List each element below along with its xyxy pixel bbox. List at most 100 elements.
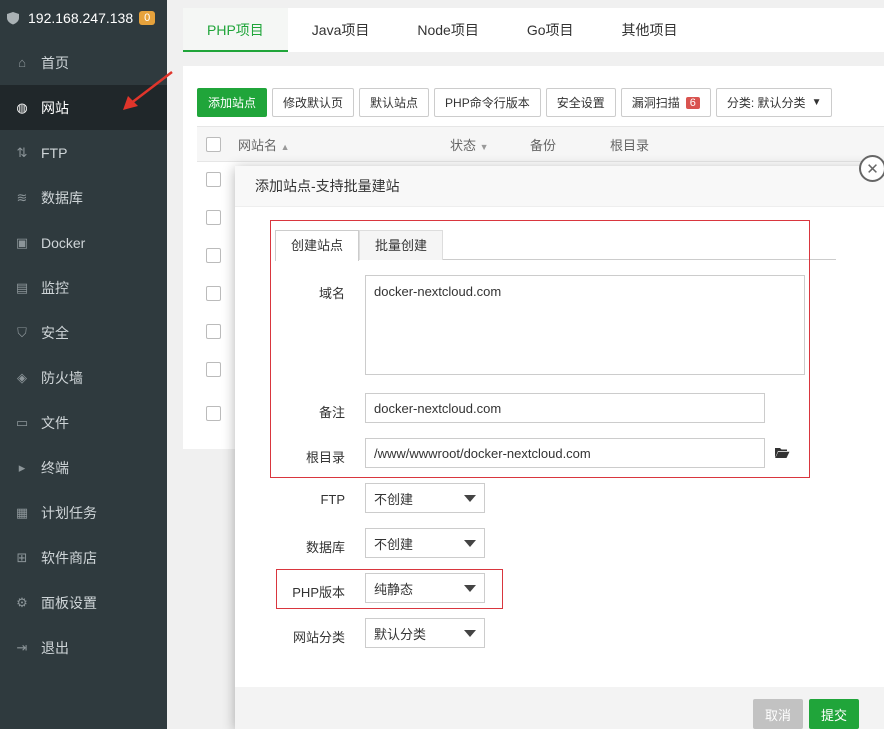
edit-default-page-button[interactable]: 修改默认页	[272, 88, 355, 117]
database-select-value: 不创建	[374, 536, 414, 552]
submit-button[interactable]: 提交	[809, 699, 860, 729]
terminal-icon: ▸	[18, 459, 26, 475]
sidebar-item[interactable]: ⇥ 退出	[0, 625, 167, 670]
folder-icon: ▭	[15, 414, 29, 430]
sidebar-item-label: Docker	[41, 234, 86, 251]
gear-icon: ⚙	[16, 594, 28, 610]
project-tab[interactable]: PHP项目	[183, 8, 288, 52]
vuln-scan-button[interactable]: 漏洞扫描 6	[620, 88, 711, 117]
row-checkbox[interactable]	[206, 324, 221, 339]
row-checkbox[interactable]	[206, 248, 221, 263]
firewall-icon: ◈	[17, 369, 27, 385]
default-site-button[interactable]: 默认站点	[359, 88, 430, 117]
vuln-count-badge: 6	[685, 96, 700, 109]
dialog-close-button[interactable]: ✕	[859, 155, 884, 182]
project-tabs: PHP项目 Java项目 Node项目 Go项目 其他项目	[183, 8, 884, 52]
row-checkbox[interactable]	[206, 172, 221, 187]
sidebar-item-label: 软件商店	[41, 549, 97, 566]
server-ip: 192.168.247.138	[28, 10, 134, 26]
table-header: 网站名 ▲ 状态 ▼ 备份 根目录	[197, 126, 884, 162]
sidebar-menu: ⌂ 首页 ◍ 网站 ⇅ FTP ≋ 数据库 ▣ Docker ▤ 监控 ⛉ 安全 ◈ 防火墙 ▭ 文件 ▸ 终端 ▦ 计划…	[0, 40, 167, 670]
toolbar: 添加站点 修改默认页 默认站点 PHP命令行版本 安全设置 漏洞扫描 6 分类:…	[197, 88, 833, 117]
calendar-icon: ▦	[15, 504, 29, 520]
sidebar-item-label: FTP	[41, 144, 68, 161]
header-backup: 备份	[530, 137, 557, 153]
category-dropdown[interactable]: 分类: 默认分类 ▼	[715, 88, 833, 117]
header-status-label: 状态	[450, 137, 477, 153]
caret-down-icon	[464, 539, 476, 547]
vuln-scan-label: 漏洞扫描	[631, 96, 680, 110]
shield-check-icon: ⛉	[17, 324, 27, 340]
server-header: 192.168.247.138 0	[0, 0, 167, 36]
sort-asc-icon: ▲	[280, 141, 290, 152]
sidebar-item[interactable]: ▣ Docker	[0, 220, 167, 265]
database-icon: ≋	[16, 189, 28, 205]
caret-down-icon	[464, 494, 476, 502]
select-all-checkbox[interactable]	[206, 136, 221, 152]
sidebar-item[interactable]: ⊞ 软件商店	[0, 535, 167, 580]
sidebar-item-label: 监控	[41, 279, 69, 296]
server-shield-icon	[7, 12, 19, 25]
logout-icon: ⇥	[16, 639, 28, 655]
site-category-select[interactable]: 默认分类	[365, 618, 485, 648]
header-root: 根目录	[610, 137, 650, 153]
sidebar-item[interactable]: ▦ 计划任务	[0, 490, 167, 535]
sidebar-item-label: 退出	[41, 639, 69, 656]
sidebar-item-label: 防火墙	[41, 369, 83, 386]
ftp-select-value: 不创建	[374, 491, 414, 507]
project-tab[interactable]: Node项目	[393, 8, 502, 52]
globe-icon: ◍	[16, 99, 28, 115]
category-dropdown-label: 分类: 默认分类	[726, 96, 806, 110]
monitor-icon: ▤	[15, 279, 29, 295]
php-cli-version-button[interactable]: PHP命令行版本	[434, 88, 541, 117]
sidebar-item[interactable]: ≋ 数据库	[0, 175, 167, 220]
sidebar-item[interactable]: ▸ 终端	[0, 445, 167, 490]
ftp-label: FTP	[320, 492, 345, 507]
sidebar-item-label: 网站	[41, 99, 69, 116]
notification-badge[interactable]: 0	[139, 11, 156, 25]
add-site-dialog: 添加站点-支持批量建站 创建站点 批量创建 域名 docker-nextclou…	[235, 166, 884, 729]
close-icon: ✕	[866, 160, 879, 178]
site-category-select-value: 默认分类	[374, 626, 427, 642]
sidebar-item[interactable]: ⚙ 面板设置	[0, 580, 167, 625]
project-tab[interactable]: Go项目	[503, 8, 598, 52]
sidebar-item-label: 终端	[41, 459, 69, 476]
sidebar-item-label: 计划任务	[41, 504, 97, 521]
ftp-select[interactable]: 不创建	[365, 483, 485, 513]
header-status[interactable]: 状态 ▼	[450, 135, 489, 154]
sidebar-item-label: 数据库	[41, 189, 83, 206]
row-checkbox[interactable]	[206, 286, 221, 301]
row-checkbox[interactable]	[206, 362, 221, 377]
sidebar-item-label: 安全	[41, 324, 69, 341]
docker-icon: ▣	[15, 234, 29, 250]
sidebar-item[interactable]: ⇅ FTP	[0, 130, 167, 175]
project-tab[interactable]: 其他项目	[598, 8, 702, 52]
sidebar-item[interactable]: ▭ 文件	[0, 400, 167, 445]
project-tab[interactable]: Java项目	[288, 8, 394, 52]
apps-icon: ⊞	[16, 549, 28, 565]
security-settings-button[interactable]: 安全设置	[545, 88, 616, 117]
row-checkbox[interactable]	[206, 210, 221, 225]
database-label: 数据库	[305, 540, 345, 555]
sidebar-item[interactable]: ◈ 防火墙	[0, 355, 167, 400]
dialog-title: 添加站点-支持批量建站	[235, 166, 884, 207]
highlight-box-site-info	[270, 220, 810, 478]
sidebar-item-label: 面板设置	[41, 594, 97, 611]
caret-down-icon	[464, 629, 476, 637]
highlight-box-php-version	[276, 569, 503, 609]
home-icon: ⌂	[18, 55, 26, 70]
header-site-name-label: 网站名	[238, 137, 278, 153]
header-site-name[interactable]: 网站名 ▲	[238, 135, 290, 154]
site-category-label: 网站分类	[292, 630, 345, 645]
footer-checkbox[interactable]	[206, 406, 221, 421]
sidebar-item[interactable]: ▤ 监控	[0, 265, 167, 310]
sidebar-item-label: 文件	[41, 414, 69, 431]
sidebar-item-label: 首页	[41, 54, 69, 71]
add-site-button[interactable]: 添加站点	[197, 88, 268, 117]
chevron-down-icon: ▼	[811, 97, 822, 108]
sort-desc-icon: ▼	[479, 141, 489, 152]
ftp-icon: ⇅	[16, 144, 28, 160]
sidebar-item[interactable]: ⛉ 安全	[0, 310, 167, 355]
database-select[interactable]: 不创建	[365, 528, 485, 558]
cancel-button[interactable]: 取消	[753, 699, 804, 729]
